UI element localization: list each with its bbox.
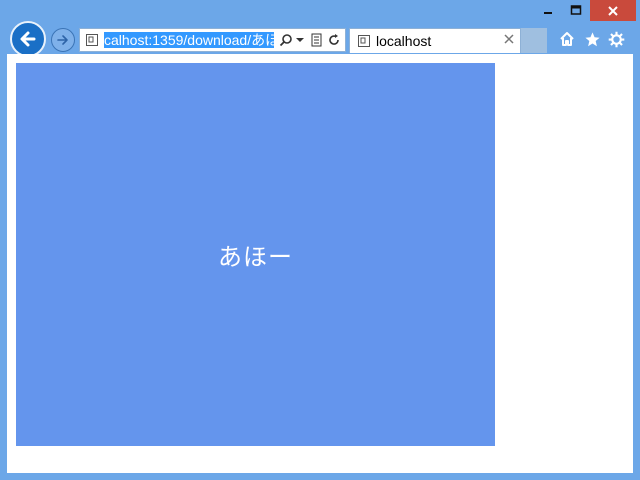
tab-localhost[interactable]: localhost	[349, 28, 521, 53]
minimize-icon	[543, 12, 552, 14]
back-button[interactable]	[10, 21, 46, 57]
maximize-icon	[570, 5, 582, 15]
favorites-button[interactable]	[582, 29, 602, 49]
close-icon	[608, 5, 618, 16]
dropdown-icon[interactable]	[296, 38, 304, 44]
minimize-button[interactable]	[533, 0, 562, 20]
box-text: あほー	[218, 243, 293, 271]
page-content[interactable]: あほー	[7, 54, 633, 473]
url-text[interactable]: calhost:1359/download/あほー	[104, 32, 274, 48]
settings-button[interactable]	[606, 29, 626, 49]
search-icon[interactable]	[279, 33, 293, 47]
favorites-star-icon	[584, 31, 600, 46]
compatibility-icon[interactable]	[311, 33, 323, 47]
back-arrow-icon	[20, 31, 36, 47]
tab-label: localhost	[376, 33, 432, 49]
address-bar[interactable]: calhost:1359/download/あほー	[79, 28, 346, 52]
settings-gear-icon	[608, 31, 624, 47]
new-tab-button[interactable]	[521, 28, 547, 53]
forward-arrow-icon	[57, 35, 68, 45]
forward-button[interactable]	[51, 28, 75, 52]
maximize-button[interactable]	[562, 0, 590, 20]
close-window-button[interactable]	[590, 0, 636, 21]
home-icon	[560, 32, 574, 46]
home-button[interactable]	[557, 29, 577, 49]
blue-box: あほー	[16, 63, 495, 446]
refresh-icon[interactable]	[327, 33, 341, 47]
page-icon	[358, 35, 370, 47]
tab-close-icon[interactable]	[504, 34, 514, 44]
page-icon	[86, 34, 98, 46]
